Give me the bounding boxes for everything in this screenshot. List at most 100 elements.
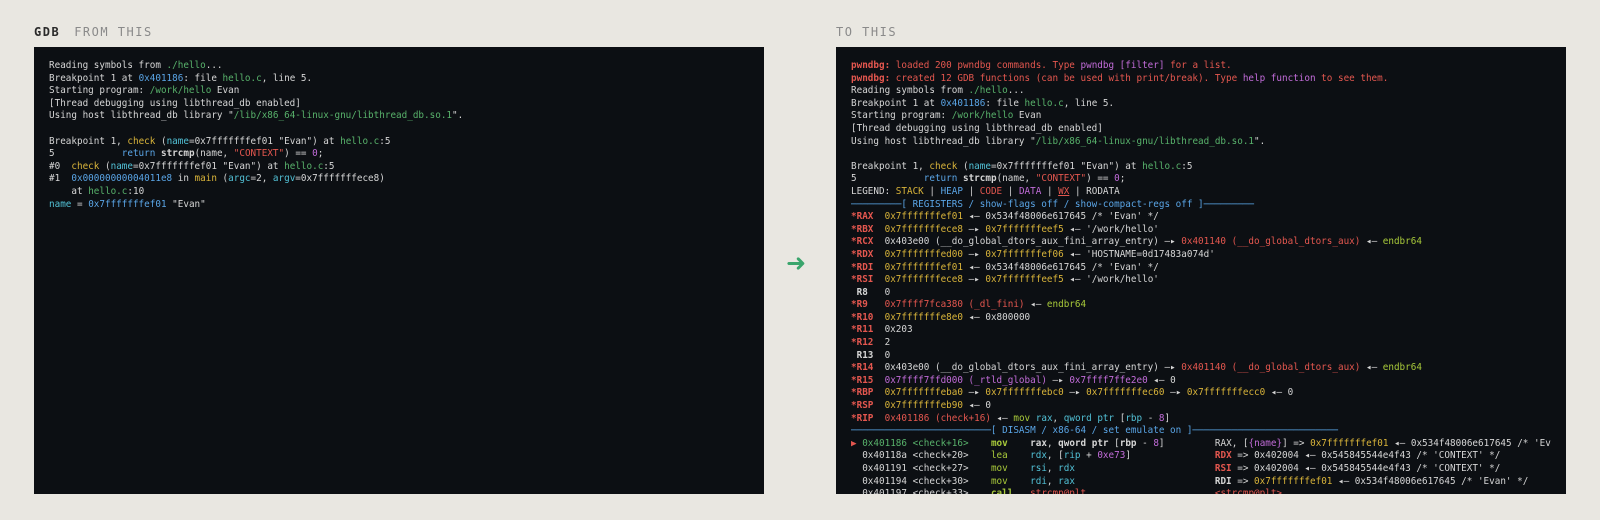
left-panel-label: GDB FROM THIS [34, 25, 153, 39]
terminal-text: rdx [1058, 463, 1075, 474]
terminal-line: at hello.c:10 [49, 186, 749, 199]
terminal-text: ◂— [990, 412, 1014, 424]
terminal-text: CODE [979, 185, 1003, 197]
terminal-text: ◂— [1360, 362, 1383, 374]
terminal-text: =2, [250, 173, 273, 185]
terminal-line: ▶ 0x401186 <check+16> mov rax, qword ptr… [851, 438, 1551, 451]
terminal-text: —▸ [1046, 374, 1070, 386]
terminal-text: /work/hello [149, 85, 212, 97]
terminal-text: endbr64 [1382, 362, 1422, 374]
terminal-text: (name, [194, 148, 234, 160]
terminal-text: strcmp@plt [1030, 488, 1087, 494]
terminal-text: Reading symbols from [49, 60, 167, 71]
terminal-text: *RIP [851, 412, 874, 424]
terminal-text: /lib/x86_64-linux-gnu/libthread_db.so.1 [1035, 135, 1255, 147]
terminal-text: | [1002, 185, 1019, 197]
terminal-text: name [968, 160, 991, 172]
terminal-line: Reading symbols from ./hello... [851, 85, 1551, 98]
terminal-text: 0x7fffffffeb90 [884, 400, 963, 412]
terminal-line: #0 check (name=0x7fffffffef01 "Evan") at… [49, 161, 749, 174]
terminal-text: , line 5. [261, 72, 313, 84]
terminal-text: ◂— 0 [1147, 374, 1176, 386]
terminal-line: Starting program: /work/hello Evan [49, 85, 749, 98]
terminal-text: *RDI [851, 261, 874, 273]
terminal-text: ◂— 0x534f48006e617645 /* 'Evan' */ [1394, 437, 1551, 449]
terminal-text: 0x7fffffffed00 [884, 248, 963, 260]
terminal-text: , [1046, 475, 1059, 487]
terminal-text: argc [228, 173, 251, 185]
terminal-text: call [990, 488, 1014, 494]
terminal-text: : file [985, 97, 1025, 109]
terminal-text: *RSI [851, 274, 874, 286]
terminal-line: ─────────────────────────[ DISASM / x86-… [851, 425, 1551, 438]
terminal-line: *RCX 0x403e00 (__do_global_dtors_aux_fin… [851, 236, 1551, 249]
terminal-text: rip [1063, 450, 1081, 462]
terminal-text: name [49, 198, 72, 210]
terminal-line: [Thread debugging using libthread_db ena… [49, 98, 749, 111]
terminal-text: *R9 [851, 299, 874, 311]
terminal-text: /work/hello [951, 110, 1014, 122]
terminal-text: 0x7fffffffef01 [884, 211, 963, 223]
terminal-line: 5 return strcmp(name, "CONTEXT") == 0; [49, 148, 749, 161]
terminal-text: ; [1119, 173, 1126, 185]
terminal-line: LEGEND: STACK | HEAP | CODE | DATA | WX … [851, 186, 1551, 199]
terminal-text: ◂— 'HOSTNAME=0d17483a074d' [1063, 248, 1215, 260]
terminal-line: Breakpoint 1, check (name=0x7fffffffef01… [49, 136, 749, 149]
terminal-text: 0 [873, 349, 891, 361]
gdb-terminal[interactable]: Reading symbols from ./hello... Breakpoin… [34, 47, 764, 494]
terminal-text: 0x401194 <check+30> [851, 475, 991, 487]
terminal-text: :5 [1181, 160, 1193, 172]
terminal-line: Reading symbols from ./hello... [49, 60, 749, 73]
terminal-text: Starting program: [851, 110, 952, 122]
terminal-text: 0x7fffffffece8 [884, 223, 963, 235]
terminal-line: 0x401197 <check+33> call strcmp@plt <str… [851, 488, 1551, 494]
terminal-text: ... [1007, 85, 1025, 97]
terminal-text: argv [272, 173, 296, 185]
terminal-line: *R15 0x7ffff7ffd000 (_rtld_global) —▸ 0x… [851, 375, 1551, 388]
terminal-line: Using host libthread_db library "/lib/x8… [49, 110, 749, 123]
terminal-line: *R9 0x7ffff7fca380 (_dl_fini) ◂— endbr64 [851, 299, 1551, 312]
terminal-line: ─────────[ REGISTERS / show-flags off / … [851, 199, 1551, 212]
terminal-text: RDX [1214, 450, 1232, 462]
terminal-text: —▸ [1164, 387, 1187, 399]
terminal-text: rdi [1030, 475, 1047, 487]
terminal-line: *RAX 0x7fffffffef01 ◂— 0x534f48006e61764… [851, 211, 1551, 224]
terminal-text: hello.c [88, 185, 128, 197]
terminal-text: , [ [1046, 450, 1064, 462]
terminal-text: pwndbg: [851, 72, 891, 84]
terminal-line: *RSP 0x7fffffffeb90 ◂— 0 [851, 400, 1551, 413]
terminal-text: WX [1058, 185, 1070, 197]
terminal-text: RAX, [ [1164, 437, 1249, 449]
terminal-text: main [194, 173, 217, 185]
terminal-text: qword ptr [1058, 437, 1109, 449]
terminal-text: 0x401197 <check+33> [851, 488, 991, 494]
terminal-text: HEAP [940, 185, 963, 197]
terminal-text: ◂— [1360, 236, 1383, 248]
terminal-line: 0x401191 <check+27> mov rsi, rdx RSI => … [851, 463, 1551, 476]
terminal-text: ◂— 0 [1265, 387, 1294, 399]
terminal-text: => 0x402004 ◂— 0x545845544e4f43 /* 'CONT… [1231, 450, 1501, 462]
terminal-line: 5 return strcmp(name, "CONTEXT") == 0; [851, 173, 1551, 186]
terminal-text: 0xe73 [1097, 450, 1126, 462]
terminal-text: ◂— 0 [962, 400, 991, 412]
terminal-text: ( [957, 160, 969, 172]
terminal-text: ] [1164, 412, 1171, 424]
terminal-text: endbr64 [1382, 236, 1422, 248]
terminal-text: Breakpoint 1 at [851, 97, 941, 109]
terminal-text: 0x7ffff7ffe2e0 [1069, 374, 1148, 386]
terminal-text: :10 [127, 185, 145, 197]
terminal-line: *R14 0x403e00 (__do_global_dtors_aux_fin… [851, 362, 1551, 375]
terminal-text: [Thread debugging using libthread_db ena… [851, 122, 1103, 134]
terminal-line: #1 0x00000000004011e8 in main (argc=2, a… [49, 173, 749, 186]
terminal-text: to see them. [1315, 72, 1389, 84]
terminal-text: *RBP [851, 387, 874, 399]
terminal-line: Using host libthread_db library "/lib/x8… [851, 136, 1551, 149]
pwndbg-terminal[interactable]: pwndbg: loaded 200 pwndbg commands. Type… [836, 47, 1566, 494]
terminal-text: 0x401186 [940, 97, 986, 109]
terminal-text: =0x7fffffffece8) [295, 173, 385, 185]
